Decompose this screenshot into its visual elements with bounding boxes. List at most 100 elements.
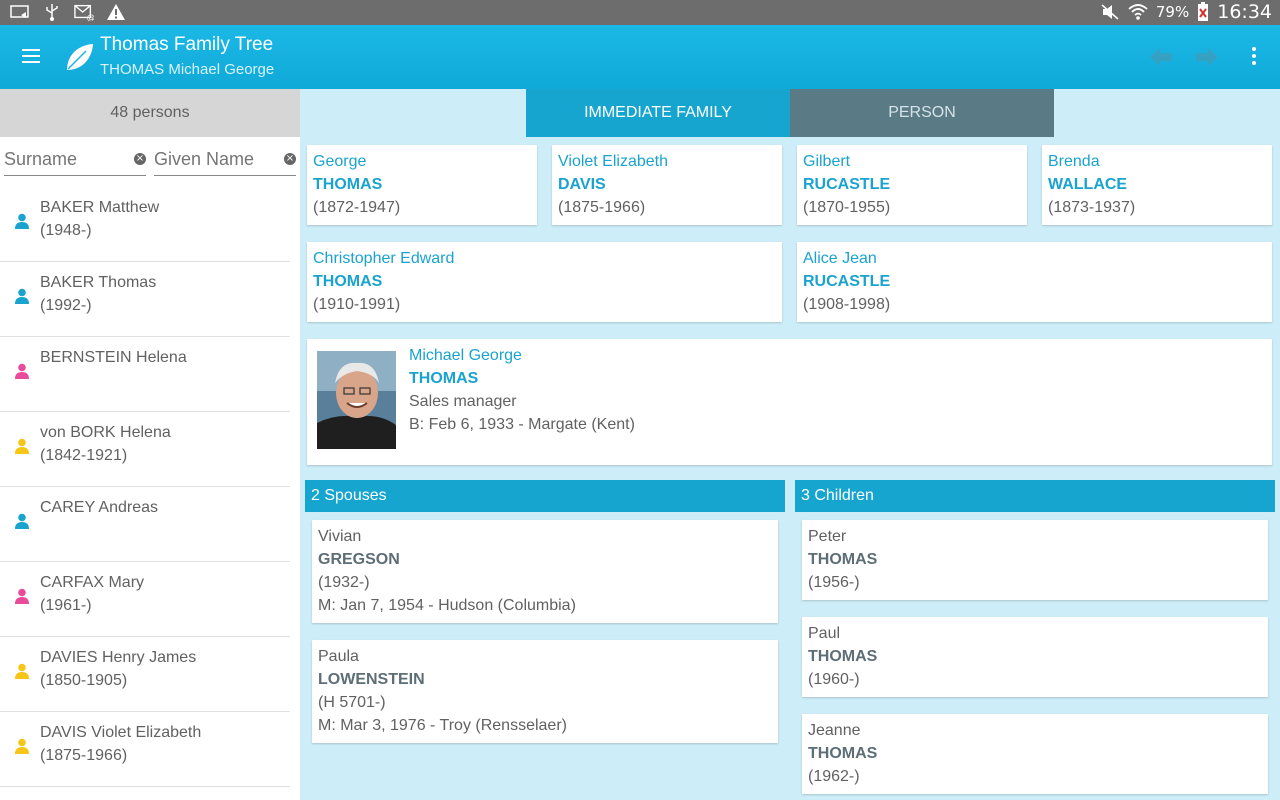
life-dates: (1908-1998) (803, 296, 891, 313)
surname: THOMAS (808, 648, 878, 665)
grandparent-card[interactable]: George THOMAS (1872-1947) (307, 145, 537, 225)
life-dates: (1962-) (808, 768, 860, 785)
life-dates: (1872-1947) (313, 199, 401, 216)
wifi-icon (1128, 4, 1148, 20)
given-name: Vivian (318, 528, 362, 545)
person-dates: (1875-1966) (40, 747, 128, 764)
person-dates: (1992-) (40, 297, 92, 314)
more-vert-icon (1252, 47, 1256, 51)
person-name: CAREY Andreas (40, 499, 158, 516)
given-name: Brenda (1048, 153, 1100, 170)
surname: THOMAS (313, 176, 383, 193)
battery-icon (1198, 2, 1209, 21)
person-male-icon (15, 213, 29, 229)
child-card[interactable]: Peter THOMAS (1956-) (802, 520, 1268, 600)
spouse-card[interactable]: Vivian GREGSON (1932-) M: Jan 7, 1954 - … (312, 520, 778, 623)
grandparent-card[interactable]: Brenda WALLACE (1873-1937) (1042, 145, 1272, 225)
person-male-icon (15, 513, 29, 529)
person-name: BAKER Thomas (40, 274, 157, 291)
usb-icon (46, 4, 58, 21)
person-name: BERNSTEIN Helena (40, 349, 187, 366)
person-photo (317, 351, 396, 449)
life-dates: (1873-1937) (1048, 199, 1136, 216)
given-name: Paula (318, 648, 359, 665)
status-bar: @ 79% 16:34 (0, 0, 1280, 25)
list-item[interactable]: von BORK Helena (1842-1921) (0, 412, 290, 487)
list-item[interactable]: CARFAX Mary (1961-) (0, 562, 290, 637)
person-name: DAVIS Violet Elizabeth (40, 724, 202, 741)
list-item[interactable]: DAVIES Henry James (1850-1905) (0, 637, 290, 712)
given-name: Peter (808, 528, 847, 545)
tab-person[interactable]: PERSON (790, 89, 1054, 137)
overflow-menu-button[interactable] (1252, 47, 1258, 67)
life-dates: (1910-1991) (313, 296, 401, 313)
given-name: Alice Jean (803, 250, 877, 267)
person-list-panel: 48 persons × × BAKER Matthew (1948-) BAK… (0, 89, 300, 800)
given-name: Michael George (409, 347, 522, 364)
grandparent-card[interactable]: Gilbert RUCASTLE (1870-1955) (797, 145, 1027, 225)
menu-button[interactable] (22, 45, 50, 69)
app-subtitle: THOMAS Michael George (100, 61, 275, 78)
leaf-logo-icon (67, 44, 93, 70)
surname-input[interactable] (4, 149, 146, 170)
surname: WALLACE (1048, 176, 1128, 193)
spouses-header: 2 Spouses (305, 480, 785, 512)
cast-icon (10, 5, 29, 18)
person-name: BAKER Matthew (40, 199, 160, 216)
person-count: 48 persons (0, 89, 300, 137)
mail-icon: @ (74, 4, 94, 21)
person-unknown-icon (15, 663, 29, 679)
svg-text:@: @ (87, 12, 94, 21)
main-person-card[interactable]: Michael George THOMAS Sales manager B: F… (307, 339, 1272, 465)
spouse-card[interactable]: Paula LOWENSTEIN (H 5701-) M: Mar 3, 197… (312, 640, 778, 743)
menu-icon (22, 49, 40, 51)
child-card[interactable]: Jeanne THOMAS (1962-) (802, 714, 1268, 794)
back-arrow-icon[interactable] (1148, 45, 1174, 69)
surname: DAVIS (558, 176, 606, 193)
battery-percent: 79% (1155, 3, 1190, 21)
life-dates: (1932-) (318, 574, 370, 591)
child-card[interactable]: Paul THOMAS (1960-) (802, 617, 1268, 697)
life-dates: (1870-1955) (803, 199, 891, 216)
filter-bar: × × (0, 137, 300, 187)
birth-info: B: Feb 6, 1933 - Margate (Kent) (409, 416, 635, 433)
given-name: Christopher Edward (313, 250, 455, 267)
father-card[interactable]: Christopher Edward THOMAS (1910-1991) (307, 242, 782, 322)
surname: THOMAS (808, 551, 878, 568)
person-dates: (1948-) (40, 222, 92, 239)
person-female-icon (15, 588, 29, 604)
list-item[interactable]: CAREY Andreas (0, 487, 290, 562)
given-name: George (313, 153, 367, 170)
warning-icon (107, 4, 125, 20)
given-name-filter: × (154, 149, 296, 176)
app-bar: Thomas Family Tree THOMAS Michael George (0, 25, 1280, 89)
mute-icon (1101, 4, 1119, 20)
person-list: BAKER Matthew (1948-) BAKER Thomas (1992… (0, 187, 290, 787)
list-item[interactable]: DAVIS Violet Elizabeth (1875-1966) (0, 712, 290, 787)
life-dates: (1956-) (808, 574, 860, 591)
person-unknown-icon (15, 738, 29, 754)
surname: THOMAS (313, 273, 383, 290)
given-name-input[interactable] (154, 149, 296, 170)
tab-immediate-family[interactable]: IMMEDIATE FAMILY (526, 89, 790, 137)
clear-surname-icon[interactable]: × (134, 153, 146, 165)
list-item[interactable]: BAKER Matthew (1948-) (0, 187, 290, 262)
person-dates: (1842-1921) (40, 447, 128, 464)
clear-given-name-icon[interactable]: × (284, 153, 296, 165)
forward-arrow-icon[interactable] (1194, 45, 1220, 69)
list-item[interactable]: BAKER Thomas (1992-) (0, 262, 290, 337)
mother-card[interactable]: Alice Jean RUCASTLE (1908-1998) (797, 242, 1272, 322)
surname-filter: × (4, 149, 146, 176)
surname: THOMAS (808, 745, 878, 762)
list-item[interactable]: BERNSTEIN Helena (0, 337, 290, 412)
person-name: DAVIES Henry James (40, 649, 197, 666)
person-dates: (1850-1905) (40, 672, 128, 689)
surname: RUCASTLE (803, 273, 891, 290)
grandparent-card[interactable]: Violet Elizabeth DAVIS (1875-1966) (552, 145, 782, 225)
life-dates: (1875-1966) (558, 199, 646, 216)
marriage-info: M: Jan 7, 1954 - Hudson (Columbia) (318, 597, 576, 614)
given-name: Jeanne (808, 722, 861, 739)
person-name: CARFAX Mary (40, 574, 145, 591)
person-male-icon (15, 288, 29, 304)
person-dates: (1961-) (40, 597, 92, 614)
